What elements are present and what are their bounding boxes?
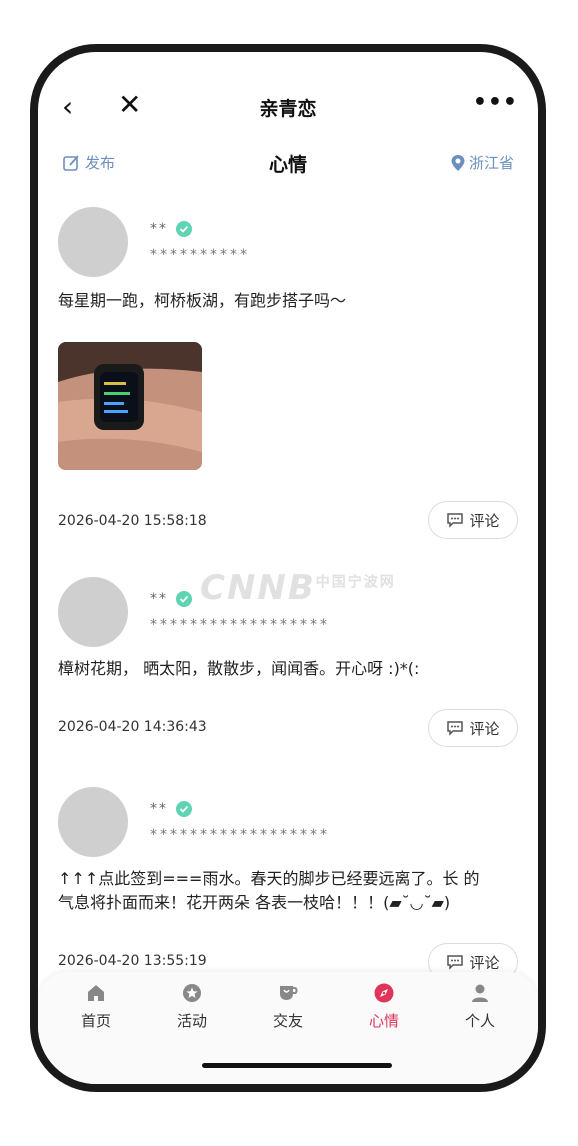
comment-icon [447, 721, 464, 736]
user-name-row: ** [150, 221, 192, 237]
location-label: 浙江省 [468, 154, 514, 172]
tab-label: 首页 [80, 1012, 111, 1030]
user-name: ** [150, 221, 168, 237]
tab-label: 交友 [272, 1012, 303, 1030]
post-timestamp: 2026-04-20 14:36:43 [58, 719, 207, 735]
tab-friends[interactable]: 交友 [243, 982, 333, 1031]
comment-button[interactable]: 评论 [428, 501, 518, 539]
comment-label: 评论 [469, 953, 500, 972]
top-nav-bar: ‹ ✕ 亲青恋 ••• [38, 82, 538, 132]
home-indicator[interactable] [202, 1063, 392, 1068]
user-id: ********** [150, 247, 250, 263]
user-name-row: ** [150, 801, 192, 817]
post-item: ** ********** 每星期一跑，柯桥板湖，有跑步搭子吗～ 2026-04… [58, 207, 518, 539]
home-icon [88, 985, 104, 1001]
phone-frame: ‹ ✕ 亲青恋 ••• 发布 心情 浙江省 ** ********** 每星期一… [30, 44, 546, 1092]
comment-icon [447, 955, 464, 970]
sub-nav-bar: 发布 心情 浙江省 [38, 150, 538, 180]
tab-activity[interactable]: 活动 [147, 982, 237, 1031]
avatar[interactable] [58, 787, 128, 857]
verified-badge-icon [176, 591, 192, 607]
post-item: ** ****************** 樟树花期， 晒太阳，散散步，闻闻香。… [58, 577, 518, 767]
post-content: ↑↑↑点此签到===雨水。春天的脚步已经要远离了。长 的 气息将扑面而来！花开两… [58, 867, 518, 915]
person-icon [472, 984, 488, 1002]
comment-label: 评论 [469, 511, 500, 530]
post-content: 每星期一跑，柯桥板湖，有跑步搭子吗～ [58, 291, 347, 310]
watch-photo-image [58, 342, 202, 470]
star-circle-icon [183, 984, 201, 1002]
verified-badge-icon [176, 801, 192, 817]
tab-home[interactable]: 首页 [51, 982, 141, 1031]
post-photo[interactable] [58, 342, 202, 470]
user-name: ** [150, 591, 168, 607]
more-dots-icon[interactable]: ••• [473, 90, 518, 115]
bottom-tab-bar: 首页 活动 交友 心情 个人 [38, 972, 538, 1084]
location-pin-icon [451, 154, 465, 171]
comment-icon [447, 513, 464, 528]
user-name-row: ** [150, 591, 192, 607]
post-timestamp: 2026-04-20 13:55:19 [58, 953, 207, 969]
tab-mood[interactable]: 心情 [339, 982, 429, 1031]
tab-label: 心情 [368, 1012, 399, 1030]
compass-icon [374, 983, 394, 1003]
comment-button[interactable]: 评论 [428, 709, 518, 747]
post-content-line: 气息将扑面而来！花开两朵 各表一枝哈！！！(▰˘◡˘▰) [58, 893, 451, 912]
location-selector[interactable]: 浙江省 [450, 152, 514, 173]
tab-label: 活动 [176, 1012, 207, 1030]
tab-label: 个人 [464, 1012, 495, 1030]
avatar[interactable] [58, 207, 128, 277]
cup-icon [280, 986, 298, 1000]
post-content-line: ↑↑↑点此签到===雨水。春天的脚步已经要远离了。长 的 [58, 869, 480, 888]
user-name: ** [150, 801, 168, 817]
verified-badge-icon [176, 221, 192, 237]
avatar[interactable] [58, 577, 128, 647]
post-timestamp: 2026-04-20 15:58:18 [58, 513, 207, 529]
user-id: ****************** [150, 617, 330, 633]
tab-profile[interactable]: 个人 [435, 982, 525, 1031]
comment-label: 评论 [469, 719, 500, 738]
user-id: ****************** [150, 827, 330, 843]
app-title: 亲青恋 [259, 98, 317, 120]
post-item: ** ****************** ↑↑↑点此签到===雨水。春天的脚步… [58, 787, 518, 987]
post-content: 樟树花期， 晒太阳，散散步，闻闻香。开心呀 :)*(: [58, 659, 420, 678]
